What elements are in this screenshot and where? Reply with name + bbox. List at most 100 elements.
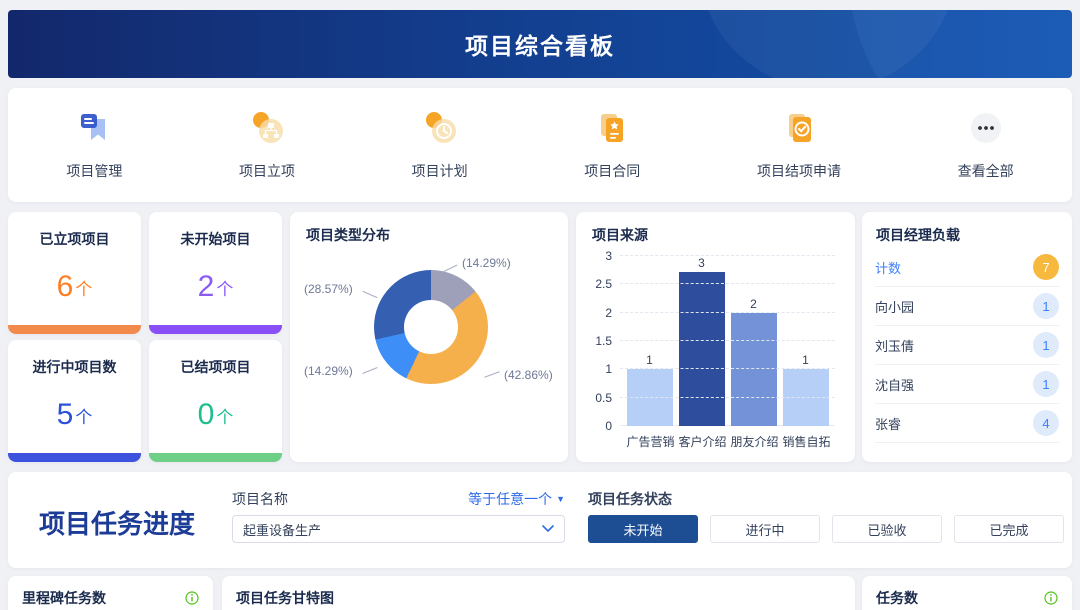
info-icon[interactable] [185, 591, 199, 605]
gridline [620, 368, 835, 369]
chart-title: 项目类型分布 [306, 225, 390, 245]
manager-list: 计数7 向小园 1 刘玉倩 1 沈自强 1 张睿4 [862, 248, 1072, 443]
bar-value-label: 1 [802, 353, 809, 367]
view-all-ellipsis-icon [967, 109, 1005, 152]
category-label: 广告营销 [625, 433, 677, 450]
nav-item-label: 查看全部 [958, 161, 1014, 181]
section-title: 项目任务进度 [39, 504, 195, 541]
callout-line [484, 371, 499, 377]
manager-row-count[interactable]: 计数7 [875, 248, 1059, 287]
project-plan-icon [421, 109, 459, 152]
project-type-chart-card: 项目类型分布 (28.57%) (14.29%) (14.29%) (42.86… [290, 212, 568, 462]
banner-decor-circle [848, 10, 1072, 78]
gridline [620, 340, 835, 341]
stat-accent-bar [149, 453, 282, 462]
manager-row: 向小园 1 [875, 287, 1059, 326]
category-label: 客户介绍 [677, 433, 729, 450]
donut-callout-left-bottom: (14.29%) [304, 364, 353, 378]
status-button-completed[interactable]: 已完成 [954, 515, 1064, 543]
nav-item-label: 项目结项申请 [757, 161, 841, 181]
stat-title: 已结项项目 [181, 357, 251, 377]
nav-item-label: 项目合同 [584, 161, 640, 181]
bar [679, 272, 725, 426]
count-badge: 1 [1033, 332, 1059, 358]
bar-chart: 00.511.522.53 1 3 2 1 [586, 256, 843, 426]
nav-item-project-management[interactable]: 项目管理 [66, 109, 122, 181]
status-button-accepted[interactable]: 已验收 [832, 515, 942, 543]
stat-card-in-progress: 进行中项目数 5个 [8, 340, 141, 462]
bar-yaxis: 00.511.522.53 [586, 256, 616, 426]
bar-value-label: 1 [646, 353, 653, 367]
manager-name: 沈自强 [875, 375, 914, 394]
stat-title: 未开始项目 [181, 229, 251, 249]
manager-row: 张睿4 [875, 404, 1059, 443]
bar-column: 1 [627, 256, 673, 426]
status-button-in-progress[interactable]: 进行中 [710, 515, 820, 543]
status-button-group: 未开始 进行中 已验收 已完成 [588, 515, 1064, 543]
milestone-count-card: 里程碑任务数 [8, 576, 213, 610]
card-title: 任务数 [876, 588, 918, 608]
nav-item-project-contract[interactable]: 项目合同 [584, 109, 640, 181]
stat-unit: 个 [216, 403, 233, 428]
page-title: 项目综合看板 [465, 27, 615, 61]
chevron-down-icon [542, 525, 554, 533]
manager-name: 向小园 [875, 297, 914, 316]
y-tick-label: 2.5 [595, 277, 612, 291]
donut-callout-right-bottom: (42.86%) [504, 368, 553, 382]
gridline [620, 255, 835, 256]
manager-name: 刘玉倩 [875, 336, 914, 355]
category-label: 销售自拓 [781, 433, 833, 450]
operator-dropdown[interactable]: 等于任意一个 ▼ [468, 489, 565, 509]
project-select-value: 起重设备生产 [243, 520, 321, 539]
stat-card-initiated: 已立项项目 6个 [8, 212, 141, 334]
project-name-select[interactable]: 起重设备生产 [232, 515, 565, 543]
y-tick-label: 0.5 [595, 391, 612, 405]
chart-title: 项目来源 [592, 225, 648, 245]
manager-name: 张睿 [875, 414, 901, 433]
project-name-label: 项目名称 [232, 489, 288, 509]
manager-load-card: 项目经理负载 计数7 向小园1 刘玉倩1 沈自强1 张睿4 [862, 212, 1072, 462]
task-count-card: 任务数 [862, 576, 1072, 610]
donut-hole [404, 300, 458, 354]
bar-category-axis: 广告营销 客户介绍 朋友介绍 销售自拓 [610, 433, 847, 450]
stat-accent-bar [8, 453, 141, 462]
nav-item-project-closure[interactable]: 项目结项申请 [757, 109, 841, 181]
stat-value: 0 [198, 398, 215, 432]
gridline [620, 283, 835, 284]
bar [783, 369, 829, 426]
task-progress-filter-panel: 项目任务进度 项目名称 等于任意一个▼ 起重设备生产 项目任务状态 未开始 进行… [8, 472, 1072, 568]
y-tick-label: 3 [605, 249, 612, 263]
stat-unit: 个 [216, 275, 233, 300]
callout-line [443, 265, 458, 273]
manager-row: 刘玉倩 1 [875, 326, 1059, 365]
info-icon[interactable] [1044, 591, 1058, 605]
bar-column: 1 [783, 256, 829, 426]
gridline [620, 397, 835, 398]
callout-line [362, 291, 377, 298]
donut-callout-top-right: (14.29%) [462, 256, 511, 270]
nav-item-view-all[interactable]: 查看全部 [958, 109, 1014, 181]
nav-item-project-initiation[interactable]: 项目立项 [239, 109, 295, 181]
bar-value-label: 3 [698, 256, 705, 270]
nav-item-project-plan[interactable]: 项目计划 [412, 109, 468, 181]
operator-label: 等于任意一个 [468, 489, 552, 509]
stat-title: 已立项项目 [40, 229, 110, 249]
project-management-icon [75, 109, 113, 152]
stat-value: 2 [198, 270, 215, 304]
stat-card-closed: 已结项项目 0个 [149, 340, 282, 462]
nav-item-label: 项目计划 [412, 161, 468, 181]
bar-column: 2 [731, 256, 777, 426]
nav-item-label: 项目管理 [66, 161, 122, 181]
stat-accent-bar [149, 325, 282, 334]
project-initiation-icon [248, 109, 286, 152]
status-button-not-started[interactable]: 未开始 [588, 515, 698, 543]
project-closure-icon [780, 109, 818, 152]
count-badge: 1 [1033, 371, 1059, 397]
count-badge: 1 [1033, 293, 1059, 319]
stat-value: 5 [57, 398, 74, 432]
project-source-chart-card: 项目来源 00.511.522.53 1 3 2 1 广告营销 客户介绍 朋友介… [576, 212, 855, 462]
gantt-chart-card: 项目任务甘特图 [222, 576, 855, 610]
caret-down-icon: ▼ [556, 494, 565, 504]
dashboard-screen: 项目综合看板 项目管理 项目立项 项目计划 项目合同 [0, 0, 1080, 610]
nav-item-label: 项目立项 [239, 161, 295, 181]
